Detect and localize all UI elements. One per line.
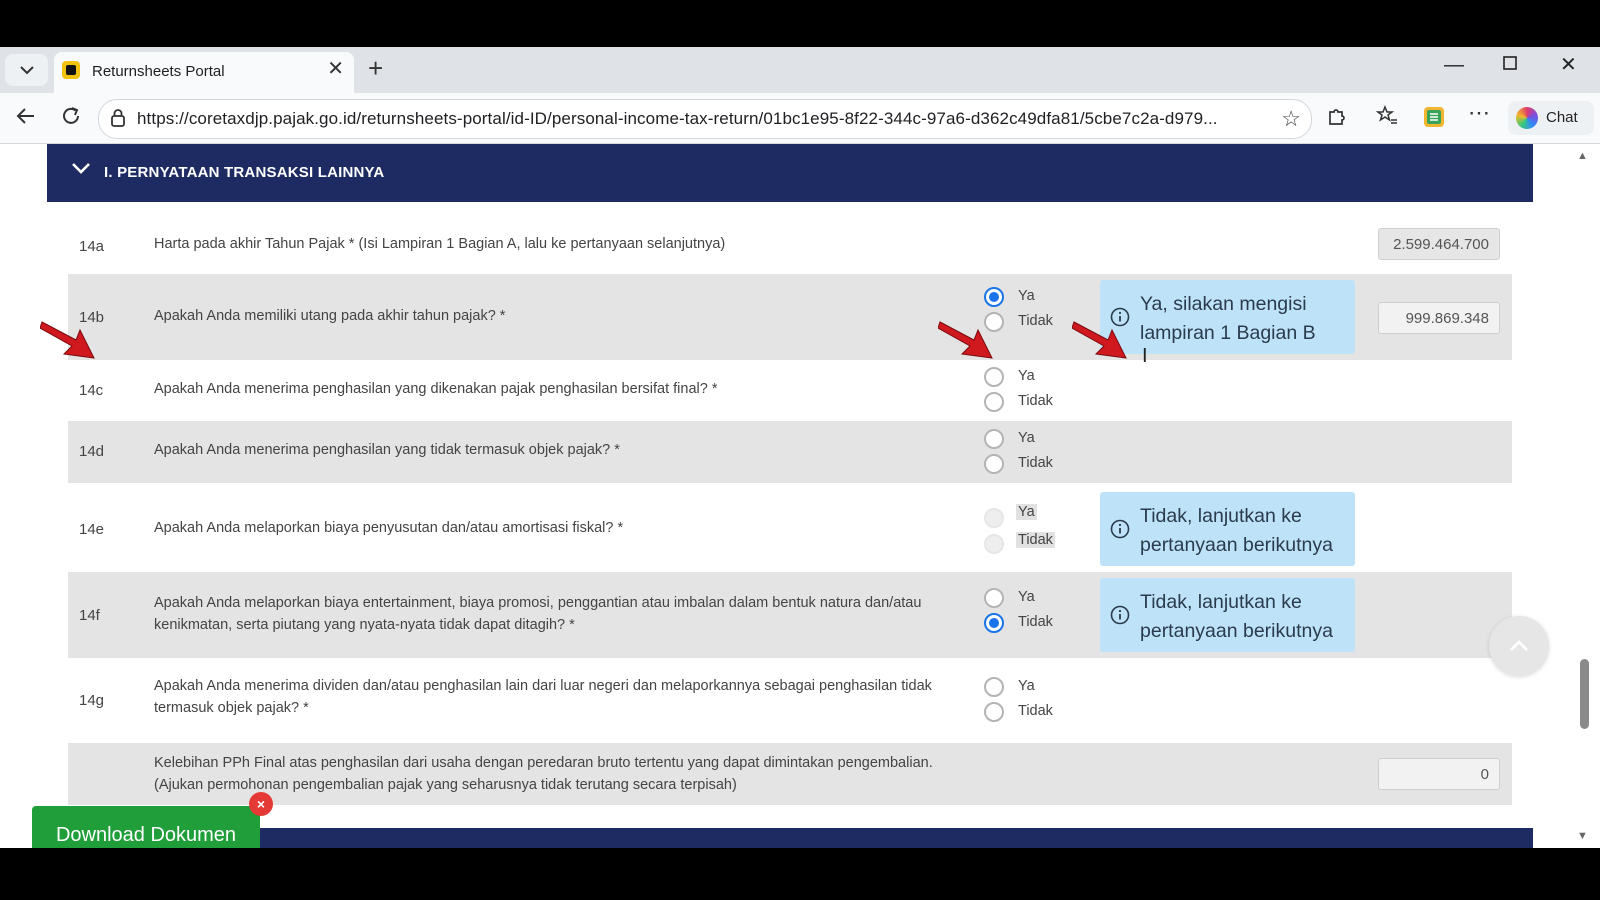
row-question: Apakah Anda memiliki utang pada akhir ta… [154,308,506,324]
info-icon [1110,605,1130,630]
scroll-up-arrow-icon[interactable]: ▲ [1577,150,1588,162]
chat-label: Chat [1546,109,1578,126]
info-text: Ya, silakan mengisi lampiran 1 Bagian B [1140,293,1316,344]
reload-icon[interactable] [60,105,82,132]
form-row-14a: 14a Harta pada akhir Tahun Pajak * (Isi … [68,216,1512,272]
row-code: 14g [79,692,105,709]
radio-yes[interactable] [984,287,1004,307]
portal-favicon-icon [62,61,80,79]
annotation-arrow-icon [938,321,993,359]
tab-strip: Returnsheets Portal ✕ + — ✕ [0,47,1600,93]
info-text: Tidak, lanjutkan ke pertanyaan berikutny… [1140,505,1333,556]
site-info-lock-icon[interactable] [109,108,127,133]
info-icon [1110,519,1130,544]
download-document-button[interactable]: Download Dokumen [32,806,260,848]
scroll-down-arrow-icon[interactable]: ▼ [1577,830,1588,842]
next-section-header[interactable] [47,828,1533,848]
form-row-14d: 14d Apakah Anda menerima penghasilan yan… [68,421,1512,483]
radio-no[interactable] [984,392,1004,412]
radio-no[interactable] [984,454,1004,474]
row-code: 14a [79,238,105,255]
row-code: 14c [79,382,104,399]
radio-yes[interactable] [984,367,1004,387]
row-question: Apakah Anda menerima penghasilan yang di… [154,381,718,397]
extensions-puzzle-icon[interactable] [1326,105,1348,132]
browser-window: Returnsheets Portal ✕ + — ✕ https://core… [0,47,1600,848]
form-row-14b: 14b Apakah Anda memiliki utang pada akhi… [68,274,1512,360]
page-scrollbar[interactable]: ▲ ▼ [1574,144,1592,848]
radio-yes[interactable] [984,588,1004,608]
info-box: Tidak, lanjutkan ke pertanyaan berikutny… [1100,578,1355,652]
row-question: Apakah Anda melaporkan biaya entertainme… [154,595,922,633]
back-arrow-icon[interactable] [15,105,37,132]
copilot-logo-icon [1516,107,1538,129]
window-close-icon[interactable]: ✕ [1560,55,1577,75]
kelebihan-pph-value-field[interactable]: 0 [1378,758,1500,790]
radio-yes[interactable] [984,429,1004,449]
info-box: Tidak, lanjutkan ke pertanyaan berikutny… [1100,492,1355,566]
section-title: I. PERNYATAAN TRANSAKSI LAINNYA [104,164,385,181]
favorites-list-icon[interactable] [1375,104,1398,132]
copilot-chat-button[interactable]: Chat [1508,101,1594,135]
url-text: https://coretaxdjp.pajak.go.id/returnshe… [137,109,1218,128]
row-code: 14e [79,521,105,538]
annotation-arrow-icon [1072,321,1127,359]
address-bar[interactable]: https://coretaxdjp.pajak.go.id/returnshe… [98,99,1312,139]
page-content: I. PERNYATAAN TRANSAKSI LAINNYA 14a Hart… [0,144,1600,848]
download-close-icon[interactable]: × [249,792,273,816]
maximize-icon[interactable] [1502,55,1518,75]
section-header[interactable]: I. PERNYATAAN TRANSAKSI LAINNYA [47,144,1533,202]
radio-yes[interactable] [984,508,1004,528]
scrollbar-thumb[interactable] [1580,659,1589,729]
annotation-arrow-icon [40,321,95,359]
radio-yes[interactable] [984,677,1004,697]
scroll-to-top-button[interactable] [1489,616,1549,676]
chevron-up-icon [1510,640,1528,651]
form-row-14e: 14e Apakah Anda melaporkan biaya penyusu… [68,488,1512,570]
row-question: Kelebihan PPh Final atas penghasilan dar… [154,755,933,793]
chevron-down-icon [19,66,34,75]
radio-no[interactable] [984,702,1004,722]
radio-no[interactable] [984,534,1004,554]
favorite-star-icon[interactable]: ☆ [1281,106,1301,132]
collapse-chevron-icon[interactable] [71,161,91,180]
tab-title: Returnsheets Portal [92,63,225,80]
info-box: Ya, silakan mengisi lampiran 1 Bagian B [1100,280,1355,354]
row-question: Harta pada akhir Tahun Pajak * (Isi Lamp… [154,236,726,252]
form-row-14c: 14c Apakah Anda menerima penghasilan yan… [68,362,1512,420]
form-row-14f: 14f Apakah Anda melaporkan biaya enterta… [68,572,1512,658]
utang-value-field[interactable]: 999.869.348 [1378,302,1500,334]
tab-close-icon[interactable]: ✕ [327,59,344,79]
new-tab-plus-icon[interactable]: + [368,55,383,81]
harta-value-field[interactable]: 2.599.464.700 [1378,228,1500,260]
radio-no[interactable] [984,613,1004,633]
form-row-14g: 14g Apakah Anda menerima dividen dan/ata… [68,660,1512,740]
calculator-extension-icon[interactable] [1422,105,1446,134]
text-cursor-icon: I [1142,345,1148,367]
minimize-icon[interactable]: — [1444,55,1464,75]
more-options-icon[interactable]: ⋯ [1468,101,1490,125]
tab-returnsheets-portal[interactable]: Returnsheets Portal ✕ [54,52,354,93]
row-question: Apakah Anda menerima penghasilan yang ti… [154,442,620,458]
form-row-kelebihan-pph: Kelebihan PPh Final atas penghasilan dar… [68,743,1512,805]
row-question: Apakah Anda menerima dividen dan/atau pe… [154,678,932,716]
tab-search-button[interactable] [5,54,48,86]
row-code: 14f [79,607,100,624]
row-code: 14d [79,443,105,460]
row-question: Apakah Anda melaporkan biaya penyusutan … [154,520,624,536]
browser-toolbar: https://coretaxdjp.pajak.go.id/returnshe… [0,93,1600,144]
info-text: Tidak, lanjutkan ke pertanyaan berikutny… [1140,591,1333,642]
